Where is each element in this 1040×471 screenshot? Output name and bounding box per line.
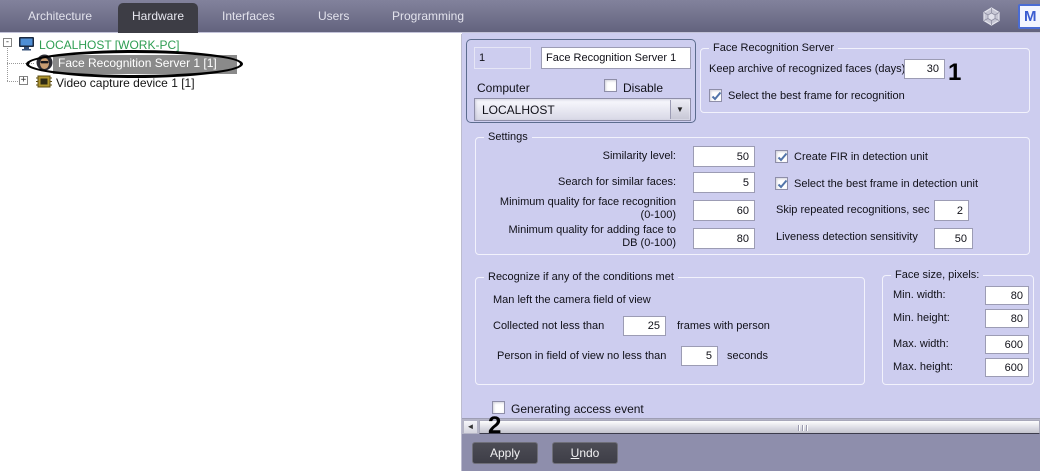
hardware-tree-panel: - LOCALHOST [WORK-PC] Face Recognition S… <box>0 34 461 471</box>
recognize-conditions-group-title: Recognize if any of the conditions met <box>484 271 678 283</box>
face-size-group: Face size, pixels: Min. width: Min. heig… <box>882 269 1034 385</box>
recognize-conditions-group: Recognize if any of the conditions met M… <box>475 271 865 385</box>
collected-frames-prefix-label: Collected not less than <box>493 320 605 332</box>
face-size-group-title: Face size, pixels: <box>891 269 984 281</box>
disable-checkbox[interactable] <box>604 79 617 92</box>
menu-item-programming[interactable]: Programming <box>392 9 464 23</box>
computer-combobox-value: LOCALHOST <box>482 103 555 117</box>
menu-item-hardware-active-tab[interactable]: Hardware <box>118 3 198 33</box>
min-quality-recognition-field[interactable] <box>693 200 755 221</box>
min-height-field[interactable] <box>985 309 1029 328</box>
computer-combobox[interactable]: LOCALHOST ▼ <box>474 98 691 121</box>
settings-group-title: Settings <box>484 131 532 143</box>
check-icon <box>777 179 788 189</box>
best-frame-recognition-checkbox[interactable] <box>709 89 722 102</box>
menu-item-hardware[interactable]: Hardware <box>118 9 198 23</box>
undo-button-label: ndo <box>579 446 600 460</box>
m-badge[interactable]: M <box>1018 4 1040 29</box>
create-fir-label: Create FIR in detection unit <box>794 151 928 163</box>
best-frame-detection-label: Select the best frame in detection unit <box>794 178 979 190</box>
max-height-field[interactable] <box>985 358 1029 377</box>
scroll-left-arrow-icon[interactable]: ◄ <box>464 421 477 433</box>
max-height-label: Max. height: <box>893 361 953 373</box>
best-frame-recognition-label: Select the best frame for recognition <box>728 90 905 102</box>
liveness-sensitivity-label: Liveness detection sensitivity <box>776 231 918 243</box>
button-strip: Apply Undo <box>462 434 1040 471</box>
check-icon <box>777 152 788 162</box>
scrollbar-thumb[interactable] <box>479 420 1040 434</box>
archive-days-label: Keep archive of recognized faces (days): <box>709 63 909 75</box>
generating-access-event-label: Generating access event <box>511 402 644 416</box>
annotation-number-2: 2 <box>488 412 502 439</box>
thumb-grip-icon <box>798 425 800 431</box>
menu-item-architecture[interactable]: Architecture <box>28 9 92 23</box>
identity-group: Computer Disable LOCALHOST ▼ <box>466 39 696 123</box>
similarity-level-field[interactable] <box>693 146 755 167</box>
annotation-ellipse <box>26 50 243 78</box>
create-fir-checkbox[interactable] <box>775 150 788 163</box>
min-quality-db-label: Minimum quality for adding face to DB (0… <box>508 224 676 249</box>
min-width-label: Min. width: <box>893 289 946 301</box>
top-menu-bar: Architecture Hardware Interfaces Users P… <box>0 0 1040 33</box>
min-quality-db-field[interactable] <box>693 228 755 249</box>
person-in-view-suffix-label: seconds <box>727 350 768 362</box>
apply-button-label: Apply <box>489 446 521 460</box>
min-height-label: Min. height: <box>893 312 950 324</box>
collapse-expander-icon[interactable]: - <box>3 38 12 47</box>
man-left-view-label: Man left the camera field of view <box>493 294 651 306</box>
video-capture-icon <box>36 74 52 94</box>
annotation-number-1: 1 <box>948 59 962 86</box>
settings-group: Settings Similarity level: Search for si… <box>475 131 1030 255</box>
person-in-view-prefix-label: Person in field of view no less than <box>497 350 667 362</box>
horizontal-scrollbar[interactable]: ◄ <box>462 418 1040 434</box>
disable-label: Disable <box>623 81 664 95</box>
thumb-grip-icon <box>802 425 804 431</box>
object-name-field[interactable] <box>541 47 691 69</box>
collected-frames-suffix-label: frames with person <box>677 320 770 332</box>
menu-item-interfaces[interactable]: Interfaces <box>222 9 275 23</box>
collected-frames-field[interactable] <box>623 316 666 336</box>
computer-label: Computer <box>477 81 530 95</box>
expand-expander-icon[interactable]: + <box>19 76 28 85</box>
person-in-view-field[interactable] <box>681 346 718 366</box>
skip-repeated-label: Skip repeated recognitions, sec <box>776 204 930 216</box>
application-window: Architecture Hardware Interfaces Users P… <box>0 0 1040 471</box>
tree-connector <box>7 81 18 82</box>
liveness-sensitivity-field[interactable] <box>934 228 973 249</box>
chevron-down-icon[interactable]: ▼ <box>670 100 689 119</box>
search-similar-faces-label: Search for similar faces: <box>558 176 676 188</box>
max-width-field[interactable] <box>985 335 1029 354</box>
computer-icon <box>18 36 35 56</box>
face-recognition-server-group-title: Face Recognition Server <box>709 42 839 54</box>
undo-button-label-underline: U <box>570 446 580 460</box>
min-quality-recognition-label: Minimum quality for face recognition (0-… <box>499 196 676 221</box>
check-icon <box>711 91 722 101</box>
skip-repeated-field[interactable] <box>934 200 969 221</box>
similarity-level-label: Similarity level: <box>602 150 676 162</box>
search-similar-faces-field[interactable] <box>693 172 755 193</box>
apply-button[interactable]: Apply <box>472 442 538 464</box>
undo-button[interactable]: Undo <box>552 442 618 464</box>
face-recognition-server-group: Face Recognition Server Keep archive of … <box>700 42 1030 113</box>
thumb-grip-icon <box>806 425 808 431</box>
settings-panel: Computer Disable LOCALHOST ▼ Face Recogn… <box>462 33 1040 471</box>
archive-days-field[interactable] <box>904 59 945 79</box>
min-width-field[interactable] <box>985 286 1029 305</box>
menu-item-users[interactable]: Users <box>318 9 349 23</box>
settings-gear-icon[interactable] <box>982 7 1001 31</box>
object-id-field[interactable] <box>474 47 531 69</box>
tree-item-video-capture-device[interactable]: Video capture device 1 [1] <box>56 76 195 90</box>
best-frame-detection-checkbox[interactable] <box>775 177 788 190</box>
max-width-label: Max. width: <box>893 338 949 350</box>
